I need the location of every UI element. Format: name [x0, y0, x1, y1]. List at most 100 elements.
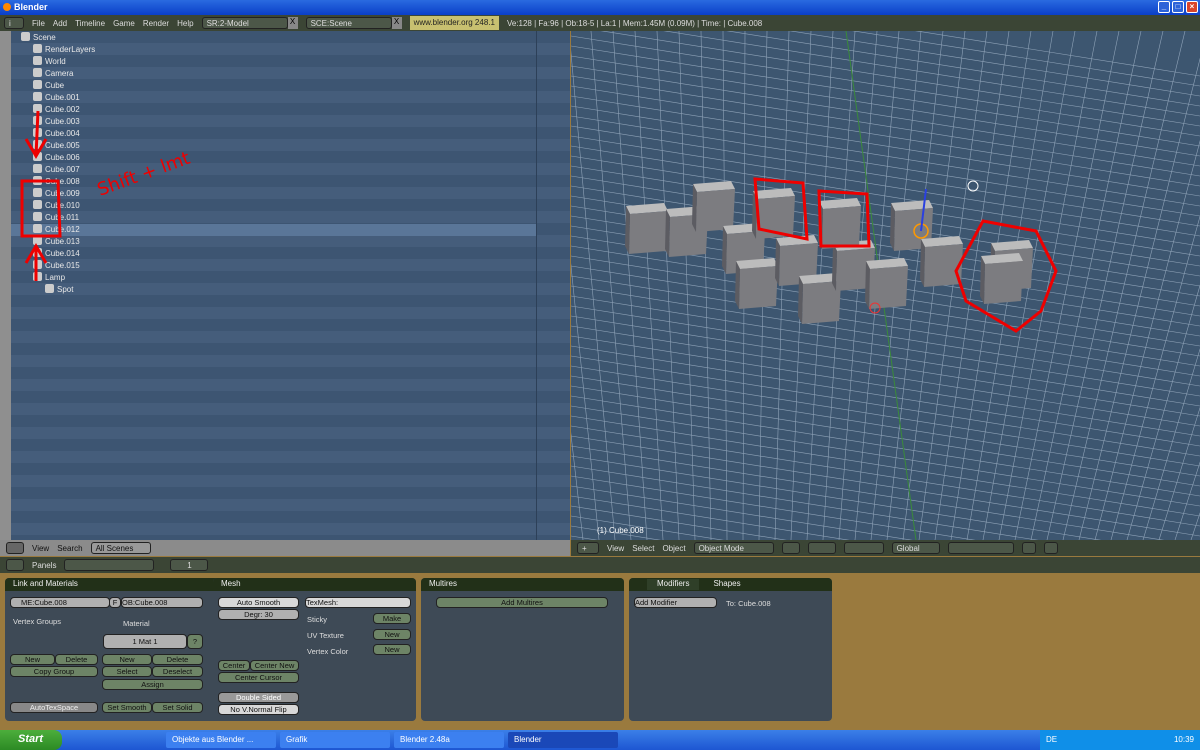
vgroup-new-button[interactable]: New — [10, 654, 55, 665]
mode-select[interactable]: Object Mode — [693, 542, 774, 554]
cube-object[interactable] — [692, 181, 735, 232]
task-blender[interactable]: Blender — [508, 732, 618, 748]
material-new-button[interactable]: New — [102, 654, 152, 665]
cube-object[interactable] — [980, 253, 1023, 304]
object-menu[interactable]: Object — [662, 544, 685, 553]
no-vnormal-flip-toggle[interactable]: No V.Normal Flip — [218, 704, 299, 715]
panel-title[interactable]: Multires — [421, 578, 624, 591]
material-index[interactable]: 1 Mat 1 — [103, 634, 187, 649]
task-firefox[interactable]: Objekte aus Blender ... — [166, 732, 276, 748]
tab-modifiers[interactable]: Modifiers — [647, 579, 700, 590]
set-smooth-button[interactable]: Set Smooth — [102, 702, 152, 713]
screen-delete-button[interactable]: X — [287, 17, 298, 29]
sticky-make-button[interactable]: Make — [373, 613, 411, 624]
view-menu[interactable]: View — [607, 544, 624, 553]
center-new-button[interactable]: Center New — [250, 660, 299, 671]
cube-object[interactable] — [818, 198, 861, 249]
copy-group-button[interactable]: Copy Group — [10, 666, 98, 677]
material-delete-button[interactable]: Delete — [152, 654, 203, 665]
fake-user-button[interactable]: F — [109, 597, 121, 608]
minimize-button[interactable]: _ — [1158, 1, 1170, 13]
menu-game[interactable]: Game — [113, 19, 135, 28]
mesh-datablock[interactable]: ME:Cube.008 — [10, 597, 110, 608]
outliner-header: View Search All Scenes — [0, 540, 570, 556]
task-blender-248a[interactable]: Blender 2.48a — [394, 732, 504, 748]
editor-type-button[interactable]: i — [4, 17, 24, 29]
shading-button[interactable] — [781, 542, 800, 554]
auto-smooth-button[interactable]: Auto Smooth — [218, 597, 299, 608]
mesh-panel: Mesh Auto Smooth Degr: 30 TexMesh: Stick… — [213, 578, 416, 721]
uv-texture-label: UV Texture — [307, 631, 344, 640]
set-solid-button[interactable]: Set Solid — [152, 702, 203, 713]
lock-button[interactable] — [1021, 542, 1036, 554]
frame-field[interactable]: 1 — [170, 559, 209, 571]
autotexspace-button[interactable]: AutoTexSpace — [10, 702, 98, 713]
taskbar: Start Objekte aus Blender ... Grafik Ble… — [0, 730, 1200, 750]
material-select-button[interactable]: Select — [102, 666, 152, 677]
language-indicator[interactable]: DE — [1046, 735, 1057, 744]
degree-field[interactable]: Degr: 30 — [218, 609, 299, 620]
texmesh-field[interactable]: TexMesh: — [305, 597, 411, 608]
scene-filter-select[interactable]: All Scenes — [90, 542, 151, 554]
context-tabs[interactable] — [64, 559, 155, 571]
panels-menu[interactable]: Panels — [32, 561, 56, 570]
center-button[interactable]: Center — [218, 660, 250, 671]
double-sided-toggle[interactable]: Double Sided — [218, 692, 299, 703]
cube-object[interactable] — [735, 258, 778, 309]
menu-file[interactable]: File — [32, 19, 45, 28]
editor-type-button[interactable] — [6, 542, 24, 554]
uv-new-button[interactable]: New — [373, 629, 411, 640]
maximize-button[interactable]: □ — [1172, 1, 1184, 13]
buttons-header: Panels 1 — [0, 557, 1200, 573]
editor-type-button[interactable]: + — [577, 542, 599, 554]
menu-timeline[interactable]: Timeline — [75, 19, 105, 28]
vcol-new-button[interactable]: New — [373, 644, 411, 655]
restrict-columns — [536, 31, 570, 540]
search-menu[interactable]: Search — [57, 544, 82, 553]
menu-add[interactable]: Add — [53, 19, 67, 28]
material-label: Material — [123, 619, 150, 628]
layers-buttons[interactable] — [947, 542, 1014, 554]
scene-select[interactable]: SCE:Scene — [305, 17, 392, 29]
editor-type-button[interactable] — [6, 559, 24, 571]
cube-object[interactable] — [625, 203, 668, 254]
multires-panel: Multires Add Multires — [421, 578, 624, 721]
orientation-select[interactable]: Global — [891, 542, 940, 554]
render-button[interactable] — [1043, 542, 1058, 554]
start-button[interactable]: Start — [0, 730, 62, 750]
clock: 10:39 — [1173, 735, 1194, 744]
menu-help[interactable]: Help — [177, 19, 193, 28]
assign-button[interactable]: Assign — [102, 679, 203, 690]
tab-shapes[interactable]: Shapes — [703, 579, 751, 590]
blender-logo-icon — [3, 3, 11, 11]
material-help-button[interactable]: ? — [187, 634, 203, 649]
panel-title[interactable]: Mesh — [213, 578, 416, 591]
pivot-button[interactable] — [807, 542, 836, 554]
add-multires-button[interactable]: Add Multires — [436, 597, 608, 608]
modifier-target-label: To: Cube.008 — [726, 599, 771, 608]
scene-stats: Ve:128 | Fa:96 | Ob:18-5 | La:1 | Mem:1.… — [506, 18, 763, 28]
object-name-label: (1) Cube.008 — [597, 526, 644, 535]
view-menu[interactable]: View — [32, 544, 49, 553]
blender-url[interactable]: www.blender.org 248.1 — [409, 16, 499, 30]
cube-object[interactable] — [920, 236, 963, 287]
screen-select[interactable]: SR:2-Model — [201, 17, 288, 29]
vertex-groups-label: Vertex Groups — [13, 617, 61, 626]
menu-render[interactable]: Render — [143, 19, 169, 28]
close-button[interactable]: × — [1186, 1, 1198, 13]
annotation-text: Shift + lmt — [95, 148, 193, 201]
add-modifier-select[interactable]: Add Modifier — [634, 597, 717, 608]
cube-object[interactable] — [865, 258, 908, 309]
manipulator-button[interactable] — [843, 542, 884, 554]
select-menu[interactable]: Select — [632, 544, 654, 553]
center-cursor-button[interactable]: Center Cursor — [218, 672, 299, 683]
3d-viewport[interactable]: (1) Cube.008 — [571, 31, 1200, 540]
task-grafik[interactable]: Grafik — [280, 732, 390, 748]
scene-delete-button[interactable]: X — [391, 17, 402, 29]
vgroup-delete-button[interactable]: Delete — [55, 654, 98, 665]
object-datablock[interactable]: OB:Cube.008 — [121, 597, 203, 608]
lamp-icon[interactable] — [967, 180, 979, 192]
material-deselect-button[interactable]: Deselect — [152, 666, 203, 677]
modifiers-panel: Modifiers Shapes Add Modifier To: Cube.0… — [629, 578, 832, 721]
info-header: i File Add Timeline Game Render Help SR:… — [0, 15, 1200, 31]
